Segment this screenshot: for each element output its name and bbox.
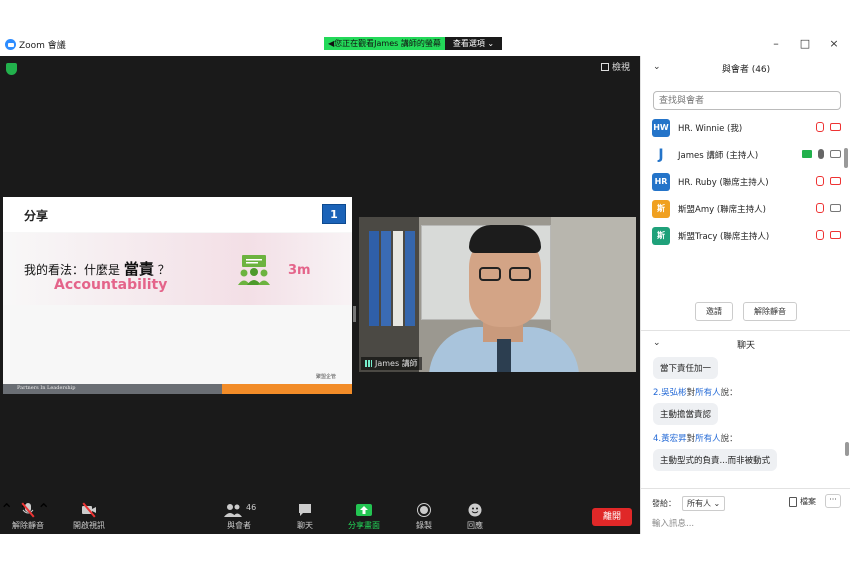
- slide-logo: 聚盟企管: [316, 374, 337, 380]
- chat-message: 當下責任加一: [653, 357, 719, 379]
- title-bar: Zoom 會議 ◀您正在觀看James 講師的螢幕 查看選項 ⌄ – □ ×: [0, 34, 850, 56]
- app-title-text: Zoom 會議: [19, 41, 66, 51]
- mic-muted-icon: [816, 122, 824, 132]
- chat-messages: 當下責任加一 2.吳弘彬對所有人說： 主動擔當責認 4.黃宏昇對所有人說： 主動…: [641, 356, 841, 484]
- close-button[interactable]: ×: [827, 37, 841, 50]
- video-name-label: James 講師: [361, 357, 422, 370]
- participants-header: ⌄ 與會者 (46): [653, 62, 771, 75]
- avatar: J: [652, 145, 670, 164]
- slide-footer-orange: [222, 384, 352, 394]
- camera-icon: [830, 150, 841, 158]
- participant-row[interactable]: HW HR. Winnie (我): [641, 114, 841, 141]
- record-icon: [416, 503, 432, 517]
- reactions-button[interactable]: 回應: [467, 503, 483, 531]
- chat-icon: [297, 503, 313, 517]
- camera-off-icon: [81, 503, 97, 517]
- slide-header: 分享 1: [3, 197, 352, 232]
- view-options-button[interactable]: 查看選項 ⌄: [444, 37, 503, 50]
- chat-sender: 2.吳弘彬對所有人說：: [653, 388, 738, 398]
- bookshelf: [359, 217, 419, 372]
- participant-actions: 邀請 解除靜音: [641, 302, 850, 321]
- slide-accountability: Accountability: [54, 277, 168, 293]
- share-message: ◀您正在觀看James 講師的螢幕: [324, 37, 445, 50]
- mic-muted-icon: [816, 203, 824, 213]
- file-button[interactable]: 檔案: [789, 496, 816, 507]
- group-discussion-icon: [238, 255, 270, 285]
- record-button[interactable]: 錄製: [416, 503, 432, 531]
- share-banner: ◀您正在觀看James 講師的螢幕 查看選項 ⌄: [324, 37, 503, 50]
- mic-muted-icon: [816, 176, 824, 186]
- split-drag-handle[interactable]: [353, 306, 356, 322]
- leave-button[interactable]: 離開: [592, 508, 632, 526]
- slide-title: 分享: [24, 209, 49, 223]
- participant-search-input[interactable]: [653, 91, 841, 110]
- chat-scrollbar[interactable]: [845, 442, 849, 456]
- mic-muted-icon: [816, 230, 824, 240]
- camera-off-icon: [830, 177, 841, 185]
- smiley-icon: [467, 503, 483, 517]
- unmute-button[interactable]: 解除靜音: [12, 503, 44, 531]
- chat-input[interactable]: 輸入訊息...: [652, 517, 694, 529]
- chevron-down-icon[interactable]: ⌄: [653, 62, 661, 72]
- chat-message: 主動擔當責認: [653, 403, 719, 425]
- slide-time: 3m: [288, 263, 311, 278]
- participant-scrollbar[interactable]: [844, 148, 848, 168]
- camera-off-icon: [830, 231, 841, 239]
- zoom-logo-icon: [5, 39, 16, 50]
- security-shield-icon[interactable]: [6, 63, 17, 75]
- chat-message: 主動型式的負責...而非被動式: [653, 449, 778, 471]
- share-screen-icon: [356, 503, 372, 517]
- side-panel: ⌄ 與會者 (46) HW HR. Winnie (我) J James 講師 …: [640, 56, 850, 534]
- start-video-button[interactable]: 開啟視訊: [73, 503, 105, 531]
- speaker-video: James 講師: [359, 217, 636, 372]
- camera-icon: [830, 204, 841, 212]
- shared-slide: 分享 1 我的看法：什麼是 當責 ？ Accountability 3m 聚盟企…: [3, 197, 352, 394]
- camera-off-icon: [830, 123, 841, 131]
- slide-footer: Partners In Leadership: [3, 384, 352, 394]
- chevron-down-icon[interactable]: ⌄: [653, 338, 661, 348]
- zoom-window: Zoom 會議 ◀您正在觀看James 講師的螢幕 查看選項 ⌄ – □ × 檢…: [0, 34, 850, 536]
- minimize-button[interactable]: –: [769, 37, 783, 50]
- recipient-select[interactable]: 所有人 ⌄: [682, 495, 726, 511]
- share-screen-button[interactable]: 分享畫面: [348, 503, 380, 531]
- avatar: 斯: [652, 226, 670, 245]
- grid-icon: [600, 62, 609, 71]
- participants-button[interactable]: 46 與會者: [224, 503, 256, 531]
- participant-row[interactable]: 斯 斯盟Amy (聯席主持人): [641, 195, 841, 222]
- maximize-button[interactable]: □: [798, 37, 812, 50]
- slide-question: 我的看法：什麼是 當責 ？: [24, 260, 170, 278]
- participants-icon: 46: [224, 503, 256, 517]
- invite-button[interactable]: 邀請: [695, 302, 733, 321]
- chat-button[interactable]: 聊天: [297, 503, 313, 531]
- more-options-button[interactable]: ···: [825, 494, 841, 508]
- avatar: 斯: [652, 199, 670, 218]
- participant-row[interactable]: HR HR. Ruby (聯席主持人): [641, 168, 841, 195]
- signal-icon: [365, 360, 372, 367]
- meeting-stage: 檢視 分享 1 我的看法：什麼是 當責 ？ Accountability 3m …: [0, 56, 640, 534]
- screen-share-icon: [802, 150, 812, 158]
- participant-row[interactable]: J James 講師 (主持人): [641, 141, 841, 168]
- slide-body: 我的看法：什麼是 當責 ？ Accountability 3m: [3, 233, 352, 305]
- avatar: HW: [652, 118, 670, 137]
- app-title: Zoom 會議: [5, 38, 66, 51]
- participant-row[interactable]: 斯 斯盟Tracy (聯席主持人): [641, 222, 841, 249]
- chat-header: ⌄ 聊天: [653, 338, 755, 351]
- avatar: HR: [652, 172, 670, 191]
- chat-sender: 4.黃宏昇對所有人說：: [653, 434, 738, 444]
- meeting-toolbar: 解除靜音 ⌃ 開啟視訊 ⌃ 46 與會者 ⌃: [0, 500, 640, 534]
- mic-off-icon: [20, 503, 36, 517]
- unmute-all-button[interactable]: 解除靜音: [743, 302, 797, 321]
- participant-list: HW HR. Winnie (我) J James 講師 (主持人) HR HR…: [641, 114, 841, 256]
- mic-icon: [818, 149, 824, 159]
- view-button[interactable]: 檢視: [600, 60, 630, 73]
- slide-number: 1: [322, 204, 346, 224]
- file-icon: [789, 496, 797, 507]
